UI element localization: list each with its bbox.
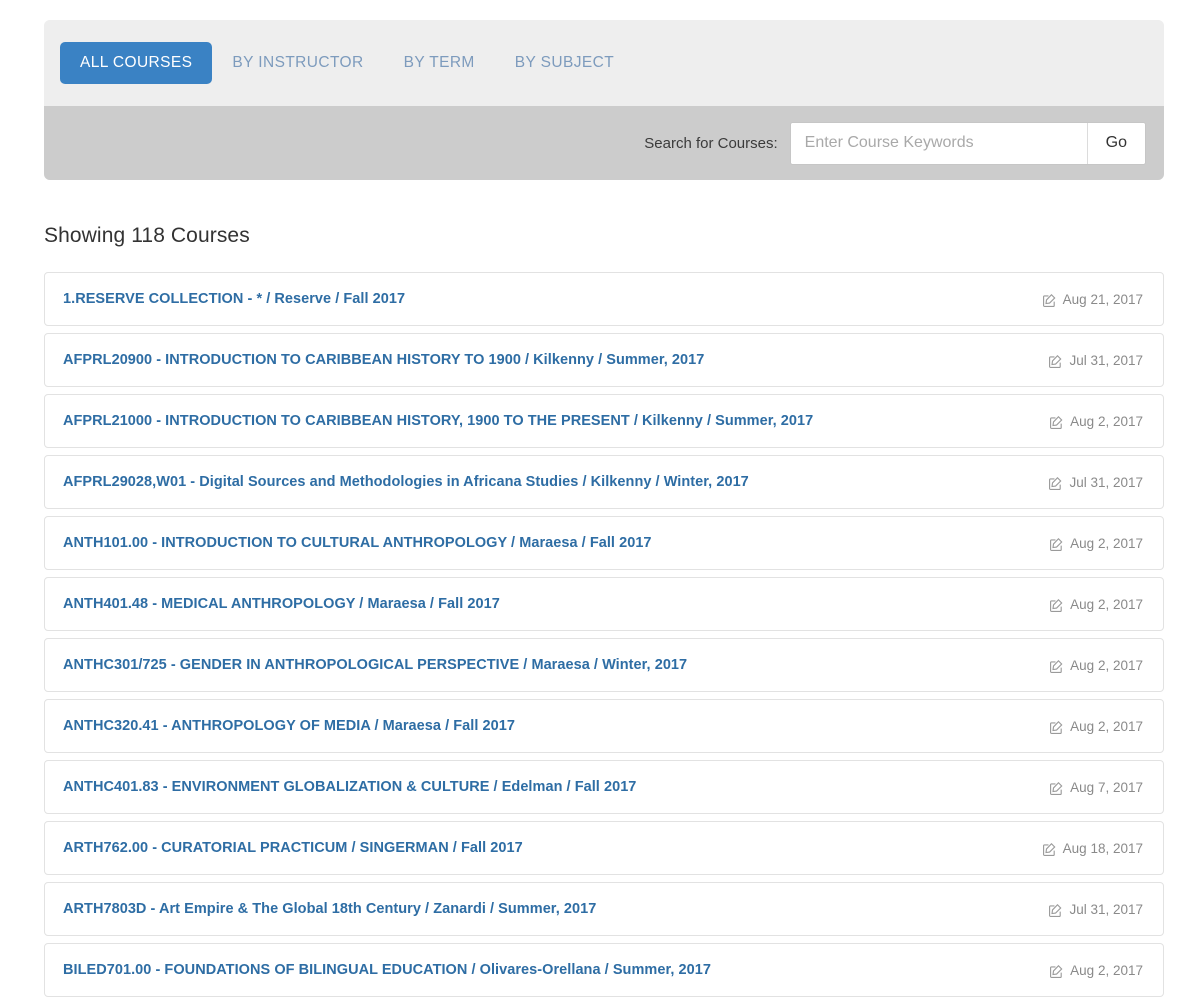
- course-modified-date: Jul 31, 2017: [1069, 352, 1143, 368]
- tab-by-instructor-label: BY INSTRUCTOR: [232, 54, 364, 71]
- course-row-meta: Jul 31, 2017: [1048, 353, 1147, 368]
- results-heading: Showing 118 Courses: [44, 224, 250, 247]
- tab-all-courses-label: ALL COURSES: [80, 54, 193, 71]
- course-row-meta: Aug 2, 2017: [1049, 963, 1147, 978]
- edit-icon: [1048, 354, 1063, 369]
- edit-icon: [1048, 903, 1063, 918]
- course-modified-date: Jul 31, 2017: [1069, 474, 1143, 490]
- tab-by-subject-label: BY SUBJECT: [514, 54, 615, 71]
- course-row-meta: Jul 31, 2017: [1048, 902, 1147, 917]
- course-modified-date: Aug 2, 2017: [1070, 962, 1143, 978]
- edit-icon: [1048, 476, 1063, 491]
- course-reserves-page: ALL COURSES BY INSTRUCTOR BY TERM BY SUB…: [0, 0, 1200, 1007]
- course-title-link[interactable]: ANTHC320.41 - ANTHROPOLOGY OF MEDIA / Ma…: [63, 718, 1049, 734]
- course-row-meta: Aug 2, 2017: [1049, 414, 1147, 429]
- course-row-meta: Aug 2, 2017: [1049, 536, 1147, 551]
- course-title-link[interactable]: ARTH7803D - Art Empire & The Global 18th…: [63, 901, 1048, 917]
- search-label: Search for Courses:: [644, 134, 778, 152]
- course-row[interactable]: ANTH401.48 - MEDICAL ANTHROPOLOGY / Mara…: [44, 577, 1164, 631]
- course-row[interactable]: ANTHC320.41 - ANTHROPOLOGY OF MEDIA / Ma…: [44, 699, 1164, 753]
- course-modified-date: Aug 2, 2017: [1070, 718, 1143, 734]
- course-row[interactable]: BILED701.00 - FOUNDATIONS OF BILINGUAL E…: [44, 943, 1164, 997]
- course-row-meta: Jul 31, 2017: [1048, 475, 1147, 490]
- edit-icon: [1049, 598, 1064, 613]
- course-modified-date: Aug 2, 2017: [1070, 596, 1143, 612]
- search-go-button[interactable]: Go: [1086, 122, 1145, 164]
- course-title-link[interactable]: ANTHC301/725 - GENDER IN ANTHROPOLOGICAL…: [63, 657, 1049, 673]
- course-title-link[interactable]: ANTH401.48 - MEDICAL ANTHROPOLOGY / Mara…: [63, 596, 1049, 612]
- course-row-meta: Aug 18, 2017: [1042, 841, 1147, 856]
- edit-icon: [1049, 415, 1064, 430]
- tab-all-courses[interactable]: ALL COURSES: [60, 42, 213, 84]
- course-row-meta: Aug 7, 2017: [1049, 780, 1147, 795]
- course-modified-date: Aug 18, 2017: [1062, 840, 1143, 856]
- edit-icon: [1042, 842, 1057, 857]
- course-list: 1.RESERVE COLLECTION - * / Reserve / Fal…: [44, 272, 1164, 1004]
- course-row-meta: Aug 2, 2017: [1049, 658, 1147, 673]
- course-title-link[interactable]: ARTH762.00 - CURATORIAL PRACTICUM / SING…: [63, 840, 1042, 856]
- course-row[interactable]: AFPRL21000 - INTRODUCTION TO CARIBBEAN H…: [44, 394, 1164, 448]
- edit-icon: [1049, 720, 1064, 735]
- tab-by-subject[interactable]: BY SUBJECT: [495, 42, 634, 84]
- course-row[interactable]: 1.RESERVE COLLECTION - * / Reserve / Fal…: [44, 272, 1164, 326]
- edit-icon: [1049, 659, 1064, 674]
- course-row[interactable]: ANTHC301/725 - GENDER IN ANTHROPOLOGICAL…: [44, 638, 1164, 692]
- course-title-link[interactable]: BILED701.00 - FOUNDATIONS OF BILINGUAL E…: [63, 962, 1049, 978]
- edit-icon: [1042, 293, 1057, 308]
- course-row[interactable]: ARTH7803D - Art Empire & The Global 18th…: [44, 882, 1164, 936]
- filter-panel: ALL COURSES BY INSTRUCTOR BY TERM BY SUB…: [44, 20, 1164, 180]
- course-row[interactable]: ANTH101.00 - INTRODUCTION TO CULTURAL AN…: [44, 516, 1164, 570]
- course-row[interactable]: AFPRL29028,W01 - Digital Sources and Met…: [44, 455, 1164, 509]
- tab-bar: ALL COURSES BY INSTRUCTOR BY TERM BY SUB…: [44, 20, 1164, 106]
- course-row-meta: Aug 2, 2017: [1049, 719, 1147, 734]
- course-row[interactable]: ARTH762.00 - CURATORIAL PRACTICUM / SING…: [44, 821, 1164, 875]
- course-row-meta: Aug 2, 2017: [1049, 597, 1147, 612]
- course-row[interactable]: ANTHC401.83 - ENVIRONMENT GLOBALIZATION …: [44, 760, 1164, 814]
- course-title-link[interactable]: AFPRL21000 - INTRODUCTION TO CARIBBEAN H…: [63, 413, 1049, 429]
- course-row-meta: Aug 21, 2017: [1042, 292, 1147, 307]
- course-modified-date: Aug 2, 2017: [1070, 535, 1143, 551]
- edit-icon: [1049, 781, 1064, 796]
- course-modified-date: Aug 7, 2017: [1070, 779, 1143, 795]
- search-bar: Search for Courses: Go: [44, 106, 1164, 180]
- course-title-link[interactable]: 1.RESERVE COLLECTION - * / Reserve / Fal…: [63, 291, 1042, 307]
- course-modified-date: Aug 2, 2017: [1070, 657, 1143, 673]
- course-modified-date: Aug 21, 2017: [1062, 291, 1143, 307]
- tab-by-instructor[interactable]: BY INSTRUCTOR: [212, 42, 383, 84]
- search-input-group: Go: [789, 121, 1146, 165]
- course-title-link[interactable]: AFPRL20900 - INTRODUCTION TO CARIBBEAN H…: [63, 352, 1048, 368]
- course-title-link[interactable]: ANTHC401.83 - ENVIRONMENT GLOBALIZATION …: [63, 779, 1049, 795]
- tab-by-term[interactable]: BY TERM: [384, 42, 495, 84]
- tab-by-term-label: BY TERM: [403, 54, 475, 71]
- edit-icon: [1049, 964, 1064, 979]
- search-input[interactable]: [790, 122, 1087, 164]
- course-title-link[interactable]: AFPRL29028,W01 - Digital Sources and Met…: [63, 474, 1048, 490]
- course-modified-date: Jul 31, 2017: [1069, 901, 1143, 917]
- course-row[interactable]: AFPRL20900 - INTRODUCTION TO CARIBBEAN H…: [44, 333, 1164, 387]
- course-modified-date: Aug 2, 2017: [1070, 413, 1143, 429]
- edit-icon: [1049, 537, 1064, 552]
- course-title-link[interactable]: ANTH101.00 - INTRODUCTION TO CULTURAL AN…: [63, 535, 1049, 551]
